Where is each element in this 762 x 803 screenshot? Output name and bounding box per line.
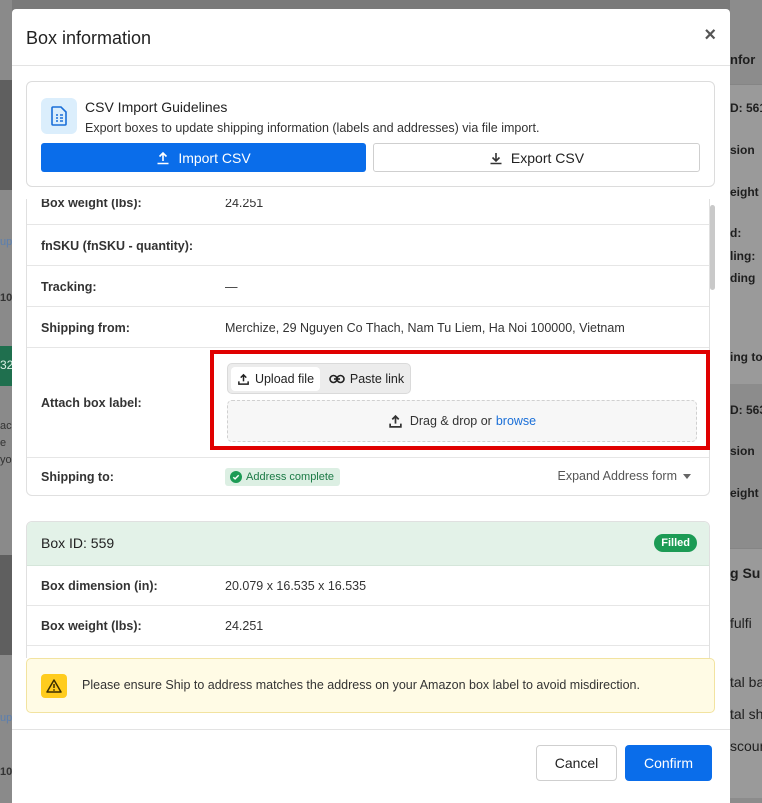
box-card: Box weight (lbs): 24.251 fnSKU (fnSKU - …	[26, 199, 710, 496]
drag-drop-text: Drag & drop or	[409, 414, 492, 428]
background-right-panel: nfor D: 561 sion eight d: ling: ding ing…	[730, 0, 762, 803]
background-text: yo	[0, 454, 12, 466]
box-row: Shipping from: Merchize, 29 Nguyen Co Th…	[27, 307, 709, 348]
modal-title: Box information	[26, 28, 152, 48]
modal-footer: Cancel Confirm	[12, 729, 730, 803]
shipping-to-label: Shipping to:	[41, 470, 114, 484]
confirm-button[interactable]: Confirm	[625, 745, 712, 781]
box-row: Attach box label: Upload file Paste link	[27, 348, 710, 458]
shipping-from-label: Shipping from:	[41, 321, 130, 335]
warning-icon	[41, 674, 67, 698]
background-text: up	[0, 236, 13, 248]
background-text: ac	[0, 420, 12, 432]
background-green-block: 32	[0, 346, 13, 386]
export-csv-button[interactable]: Export CSV	[373, 143, 700, 172]
export-csv-label: Export CSV	[510, 149, 585, 166]
background-text: e	[0, 437, 7, 449]
upload-icon	[157, 151, 169, 164]
box-row: Shipping to: Address complete Expand Add…	[27, 458, 709, 496]
upload-mode-toggle: Upload file Paste link	[227, 363, 411, 394]
tracking-value: —	[225, 280, 238, 294]
background-block	[0, 80, 12, 190]
box-row: fnSKU (fnSKU - quantity):	[27, 225, 709, 266]
address-complete-badge: Address complete	[225, 468, 341, 486]
box-dimension-label: Box dimension (in):	[41, 579, 158, 593]
upload-icon	[389, 414, 402, 428]
background-text: D: 561	[730, 101, 762, 115]
box-weight-value: 24.251	[225, 199, 264, 210]
box-card-header: Box ID: 559 Filled	[27, 522, 709, 566]
background-left-panel: up 10 32 ac e yo up 10	[0, 0, 13, 803]
upload-file-tab[interactable]: Upload file	[231, 367, 320, 391]
upload-icon	[238, 373, 249, 385]
scrollbar-thumb[interactable]	[710, 205, 715, 290]
drag-drop-zone[interactable]: Drag & drop or browse	[227, 400, 697, 442]
warning-text: Please ensure Ship to address matches th…	[82, 678, 640, 692]
modal-header: Box information ×	[12, 9, 730, 66]
shipping-from-value: Merchize, 29 Nguyen Co Thach, Nam Tu Lie…	[225, 321, 625, 335]
address-complete-text: Address complete	[246, 471, 335, 483]
paste-link-label: Paste link	[349, 372, 405, 386]
background-text: nfor	[730, 52, 756, 67]
link-icon	[329, 374, 345, 384]
fnsku-label: fnSKU (fnSKU - quantity):	[41, 239, 194, 253]
background-text: fulfi	[730, 615, 752, 631]
download-icon	[490, 152, 502, 164]
background-text: ling:	[730, 249, 756, 263]
background-text: tal sh	[730, 706, 762, 722]
box-row: Box weight (lbs): 24.251	[27, 606, 709, 646]
background-block	[0, 555, 12, 655]
import-csv-label: Import CSV	[178, 149, 251, 166]
box-dimension-value: 20.079 x 16.535 x 16.535	[225, 579, 367, 593]
background-text: ing to	[730, 350, 762, 364]
box-card: Box ID: 559 Filled Box dimension (in): 2…	[26, 521, 710, 658]
browse-link[interactable]: browse	[496, 414, 536, 428]
box-weight-value: 24.251	[225, 619, 264, 633]
boxes-scroll-area[interactable]: Box weight (lbs): 24.251 fnSKU (fnSKU - …	[12, 199, 730, 658]
import-csv-button[interactable]: Import CSV	[41, 143, 366, 172]
tracking-label: Tracking:	[41, 280, 97, 294]
box-id-title: Box ID: 559	[41, 535, 115, 551]
guidelines-description: Export boxes to update shipping informat…	[85, 121, 540, 135]
box-weight-label: Box weight (lbs):	[41, 199, 142, 210]
expand-address-label: Expand Address form	[557, 469, 677, 483]
background-text: sion	[730, 444, 755, 458]
upload-file-label: Upload file	[254, 372, 315, 386]
box-row: Tracking: —	[27, 266, 709, 307]
expand-address-form-button[interactable]: Expand Address form	[557, 469, 691, 483]
background-text: d:	[730, 226, 742, 240]
background-text: scoun	[730, 738, 762, 754]
warning-banner: Please ensure Ship to address matches th…	[26, 658, 715, 713]
background-text: 10	[0, 766, 13, 778]
box-row: Box dimension (in): 20.079 x 16.535 x 16…	[27, 566, 709, 606]
check-circle-icon	[230, 471, 242, 483]
background-text: tal ba	[730, 674, 762, 690]
background-text: 10	[0, 292, 13, 304]
attach-box-label-label: Attach box label:	[41, 396, 142, 410]
background-text: eight	[730, 486, 759, 500]
background-text: ding	[730, 271, 756, 285]
background-card	[730, 548, 762, 798]
box-row: Box weight (lbs): 24.251	[27, 199, 709, 225]
document-icon	[41, 98, 77, 134]
cancel-button[interactable]: Cancel	[536, 745, 617, 781]
background-text: g Su	[730, 565, 761, 581]
box-weight-label: Box weight (lbs):	[41, 619, 142, 633]
guidelines-title: CSV Import Guidelines	[85, 99, 228, 115]
background-text: up	[0, 712, 13, 724]
background-text: D: 563	[730, 403, 762, 417]
background-text: sion	[730, 143, 755, 157]
paste-link-tab[interactable]: Paste link	[324, 367, 409, 391]
label-upload-highlight: Upload file Paste link Drag & drop or br…	[210, 350, 710, 450]
box-information-modal: Box information × CSV Import Guidelines …	[12, 9, 730, 803]
caret-down-icon	[683, 473, 691, 479]
status-badge: Filled	[654, 534, 697, 552]
csv-guidelines-panel: CSV Import Guidelines Export boxes to up…	[26, 81, 715, 187]
close-icon[interactable]: ×	[704, 24, 716, 47]
background-text: eight	[730, 185, 759, 199]
